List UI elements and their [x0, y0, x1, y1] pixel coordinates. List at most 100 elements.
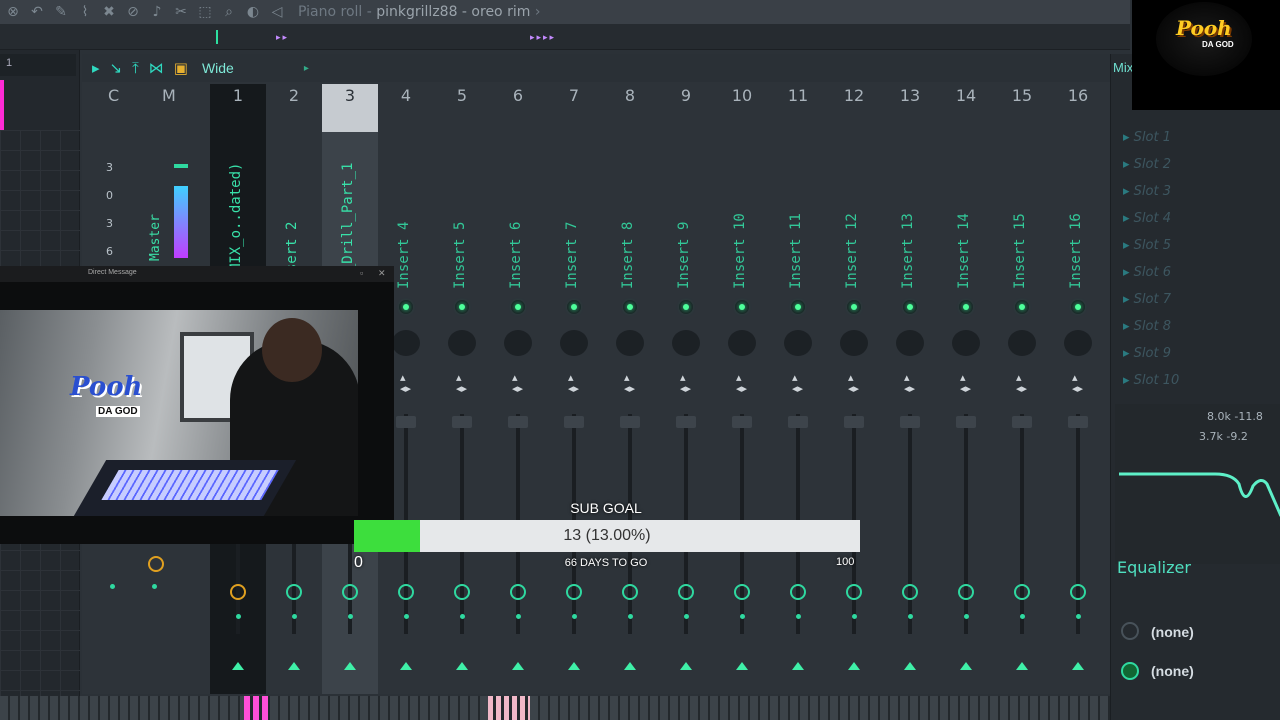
mixer-strip[interactable]: 12 Insert 12 ▴ ◂▸ — [826, 84, 882, 694]
effect-slot[interactable]: Slot 8 — [1123, 319, 1171, 334]
strip-name[interactable]: Insert 14 — [956, 213, 972, 289]
volume-fader[interactable] — [732, 416, 752, 428]
strip-enable-led[interactable] — [791, 300, 805, 314]
effect-slot[interactable]: Slot 2 — [1123, 157, 1171, 172]
equalizer-label[interactable]: Equalizer — [1117, 558, 1191, 577]
volume-fader[interactable] — [396, 416, 416, 428]
send-dot[interactable] — [684, 614, 689, 619]
send-dot[interactable] — [852, 614, 857, 619]
stereo-sep-icon[interactable]: ▴ ◂▸ — [568, 372, 579, 394]
strip-number[interactable]: 12 — [826, 86, 882, 105]
input-route-icon[interactable] — [1121, 622, 1139, 640]
route-icon[interactable] — [846, 584, 862, 600]
send-arrow-icon[interactable] — [512, 662, 524, 670]
strip-number[interactable]: 8 — [602, 86, 658, 105]
send-dot[interactable] — [236, 614, 241, 619]
mixer-strip[interactable]: 8 Insert 8 ▴ ◂▸ — [602, 84, 658, 694]
strip-number[interactable]: 16 — [1050, 86, 1106, 105]
volume-fader[interactable] — [788, 416, 808, 428]
strip-enable-led[interactable] — [511, 300, 525, 314]
pan-knob[interactable] — [896, 330, 924, 356]
strip-enable-led[interactable] — [399, 300, 413, 314]
speaker-mute-icon[interactable]: ♪ — [148, 3, 166, 21]
stereo-sep-icon[interactable]: ▴ ◂▸ — [736, 372, 747, 394]
view-mode-label[interactable]: Wide — [202, 60, 234, 76]
strip-name[interactable]: Insert 11 — [788, 213, 804, 289]
strip-enable-led[interactable] — [847, 300, 861, 314]
effect-slot[interactable]: Slot 9 — [1123, 346, 1171, 361]
strip-number[interactable]: 11 — [770, 86, 826, 105]
mute-icon[interactable]: ⊘ — [124, 3, 142, 21]
brush-icon[interactable]: ⌇ — [76, 3, 94, 21]
route-icon[interactable] — [510, 584, 526, 600]
pan-knob[interactable] — [784, 330, 812, 356]
pan-knob[interactable] — [1064, 330, 1092, 356]
send-dot[interactable] — [1076, 614, 1081, 619]
effect-slot[interactable]: Slot 5 — [1123, 238, 1171, 253]
strip-number[interactable]: 13 — [882, 86, 938, 105]
send-dot[interactable] — [964, 614, 969, 619]
strip-name[interactable]: Insert 5 — [452, 222, 468, 289]
route-icon[interactable] — [902, 584, 918, 600]
strip-name[interactable]: Insert 6 — [508, 222, 524, 289]
panel-icon[interactable]: ▣ — [174, 59, 188, 77]
zoom-icon[interactable]: ⌕ — [220, 3, 238, 21]
stereo-sep-icon[interactable]: ▴ ◂▸ — [792, 372, 803, 394]
send-arrow-icon[interactable] — [624, 662, 636, 670]
route-icon[interactable] — [678, 584, 694, 600]
stereo-sep-icon[interactable]: ▴ ◂▸ — [1016, 372, 1027, 394]
pan-knob[interactable] — [448, 330, 476, 356]
effect-slot[interactable]: Slot 10 — [1123, 373, 1180, 388]
send-arrow-icon[interactable] — [288, 662, 300, 670]
mixer-strip[interactable]: 10 Insert 10 ▴ ◂▸ — [714, 84, 770, 694]
send-arrow-icon[interactable] — [232, 662, 244, 670]
volume-fader[interactable] — [508, 416, 528, 428]
stereo-sep-icon[interactable]: ▴ ◂▸ — [624, 372, 635, 394]
send-dot[interactable] — [516, 614, 521, 619]
effect-slot[interactable]: Slot 7 — [1123, 292, 1171, 307]
pan-knob[interactable] — [840, 330, 868, 356]
send-arrow-icon[interactable] — [456, 662, 468, 670]
input-route[interactable]: (none) — [1151, 624, 1194, 640]
strip-number[interactable]: 1 — [210, 86, 266, 105]
playback-icon[interactable]: ◐ — [244, 3, 262, 21]
mixer-strip[interactable]: 13 Insert 13 ▴ ◂▸ — [882, 84, 938, 694]
pan-knob[interactable] — [952, 330, 980, 356]
select-icon[interactable]: ⬚ — [196, 3, 214, 21]
volume-fader[interactable] — [900, 416, 920, 428]
settings-icon[interactable]: ⊗ — [4, 3, 22, 21]
stereo-sep-icon[interactable]: ▴ ◂▸ — [400, 372, 411, 394]
send-dot[interactable] — [460, 614, 465, 619]
mixer-strip[interactable]: 14 Insert 14 ▴ ◂▸ — [938, 84, 994, 694]
route-icon[interactable] — [622, 584, 638, 600]
strip-name[interactable]: Insert 9 — [676, 222, 692, 289]
route-icon[interactable] — [566, 584, 582, 600]
strip-number[interactable]: 4 — [378, 86, 434, 105]
slice-icon[interactable]: ✂ — [172, 3, 190, 21]
minimize-icon[interactable]: ▫ — [360, 268, 363, 278]
strip-enable-led[interactable] — [567, 300, 581, 314]
strip-enable-led[interactable] — [1071, 300, 1085, 314]
strip-enable-led[interactable] — [1015, 300, 1029, 314]
route-icon[interactable] — [734, 584, 750, 600]
stereo-sep-icon[interactable]: ▴ ◂▸ — [680, 372, 691, 394]
close-icon[interactable]: ✕ — [378, 268, 386, 279]
upload-icon[interactable]: ⤒ — [132, 59, 139, 77]
route-icon[interactable]: ↘ — [110, 59, 123, 77]
strip-enable-led[interactable] — [623, 300, 637, 314]
volume-fader[interactable] — [1068, 416, 1088, 428]
playhead-marker[interactable] — [216, 30, 218, 44]
pan-knob[interactable] — [1008, 330, 1036, 356]
strip-number[interactable]: 14 — [938, 86, 994, 105]
send-dot[interactable] — [292, 614, 297, 619]
route-icon[interactable] — [1070, 584, 1086, 600]
strip-enable-led[interactable] — [455, 300, 469, 314]
mixer-strip[interactable]: 15 Insert 15 ▴ ◂▸ — [994, 84, 1050, 694]
stereo-sep-icon[interactable]: ▴ ◂▸ — [456, 372, 467, 394]
send-arrow-icon[interactable] — [736, 662, 748, 670]
strip-name[interactable]: Insert 8 — [620, 222, 636, 289]
route-icon[interactable] — [958, 584, 974, 600]
route-icon[interactable] — [1014, 584, 1030, 600]
send-arrow-icon[interactable] — [904, 662, 916, 670]
effect-slot[interactable]: Slot 1 — [1123, 130, 1171, 145]
